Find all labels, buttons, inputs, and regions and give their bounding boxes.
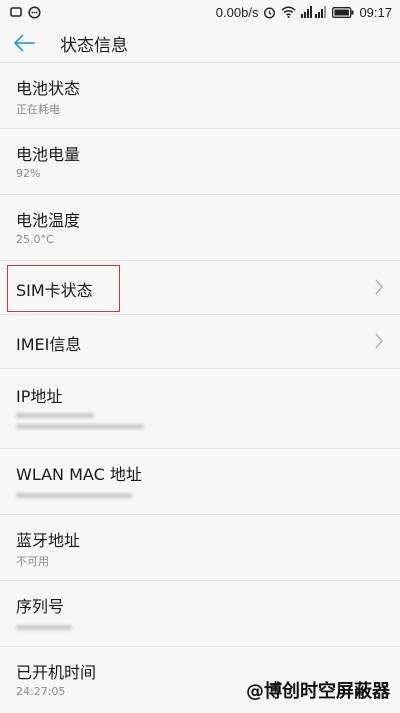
clock: 09:17 [359,4,392,20]
item-title: IMEI信息 [16,335,82,354]
item-value: 24:27:05 [16,685,66,698]
chevron-right-icon [375,279,383,295]
item-title: IP地址 [16,387,63,406]
list-item-wlan-mac-address: WLAN MAC 地址 [0,449,400,515]
item-value: 92% [16,167,41,180]
list-item-battery-status: 电池状态 正在耗电 [0,63,400,129]
item-value: 25.0°C [16,233,54,246]
messenger-icon [28,5,41,19]
redacted-value [16,493,132,513]
list-item-battery-level: 电池电量 92% [0,129,400,195]
watermark: @博创时空屏蔽器 [246,681,390,702]
battery-icon [332,6,354,18]
back-button[interactable] [2,24,46,62]
list-item-battery-temperature: 电池温度 25.0°C [0,195,400,261]
list-item-serial-number: 序列号 [0,581,400,647]
wifi-icon [281,6,296,18]
back-arrow-icon [14,34,35,52]
signal-icon [301,6,327,18]
status-bar: 0.00b/s 09:17 [0,0,400,24]
highlight-box [7,265,120,312]
item-value: 正在耗电 [16,103,60,116]
item-title: WLAN MAC 地址 [16,465,142,484]
list-item-ip-address: IP地址 [0,369,400,449]
item-title: 电池状态 [16,79,81,98]
item-title: 蓝牙地址 [16,531,81,550]
item-value: 不可用 [16,555,49,568]
chevron-right-icon [375,333,383,349]
list-item-imei-info[interactable]: IMEI信息 [0,315,400,369]
item-title: 电池温度 [16,211,81,230]
network-speed: 0.00b/s [215,4,259,20]
alarm-icon [263,6,276,19]
app-bar: 状态信息 [0,24,400,62]
sim-icon [10,6,22,18]
status-info-list: 电池状态 正在耗电 电池电量 92% 电池温度 25.0°C SIM卡状态 IM… [0,63,400,713]
item-title: 电池电量 [16,145,81,164]
redacted-value [16,413,144,433]
redacted-value [16,625,72,645]
item-title: 序列号 [16,597,65,616]
item-title: 已开机时间 [16,663,97,682]
list-item-bluetooth-address: 蓝牙地址 不可用 [0,515,400,581]
page-title: 状态信息 [60,35,128,56]
